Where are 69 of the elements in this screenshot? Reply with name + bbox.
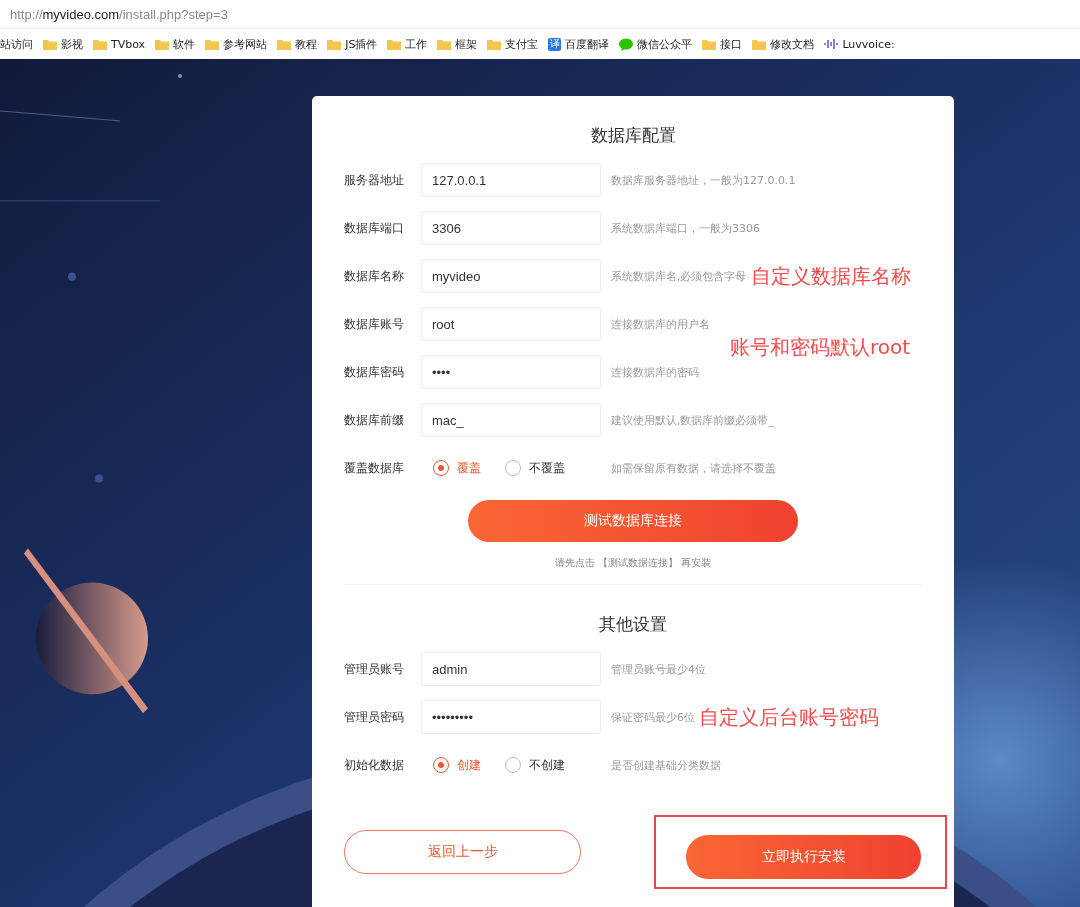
input-field[interactable]: myvideo (421, 259, 601, 293)
field-hint: 如需保留原有数据，请选择不覆盖 (611, 460, 776, 476)
bookmark-item[interactable]: JS插件 (327, 36, 378, 52)
field-label: 管理员账号 (344, 660, 405, 678)
field-label: 数据库端口 (344, 219, 405, 237)
bookmark-item[interactable]: 支付宝 (487, 36, 539, 52)
field-hint: 管理员账号最少4位 (611, 661, 706, 677)
folder-icon (702, 38, 717, 50)
input-field[interactable]: 3306 (421, 211, 601, 245)
input-field[interactable]: admin (421, 652, 601, 686)
field-label: 覆盖数据库 (344, 459, 405, 477)
folder-icon (155, 38, 170, 50)
input-field[interactable]: 127.0.0.1 (421, 163, 601, 197)
back-button[interactable]: 返回上一步 (344, 830, 581, 874)
input-field[interactable]: ••••••••• (421, 700, 601, 734)
bookmark-item[interactable]: 译 百度翻译 (548, 36, 610, 52)
folder-icon (752, 38, 767, 50)
field-hint: 系统数据库名,必须包含字母 (611, 268, 747, 284)
bookmark-item[interactable]: 框架 (437, 36, 478, 52)
folder-icon (487, 38, 502, 50)
bookmark-item[interactable]: 修改文档 (752, 36, 815, 52)
bookmark-item[interactable]: Luvvoice: (824, 37, 895, 51)
input-field[interactable]: root (421, 307, 601, 341)
folder-icon (93, 38, 107, 50)
radio-option[interactable]: 不覆盖 (505, 459, 565, 477)
annotation-text: 自定义后台账号密码 (699, 703, 879, 731)
field-hint: 连接数据库的用户名 (611, 316, 710, 332)
field-hint: 是否创建基础分类数据 (611, 757, 721, 773)
section-title: 数据库配置 (589, 124, 677, 147)
annotation-text: 自定义数据库名称 (750, 262, 911, 290)
field-hint: 系统数据库端口，一般为3306 (611, 220, 760, 236)
field-label: 数据库账号 (344, 315, 405, 333)
bookmark-item[interactable]: TVbox (93, 37, 146, 51)
field-label: 管理员密码 (344, 708, 405, 726)
field-hint: 建议使用默认,数据库前缀必须带_ (611, 412, 774, 428)
field-hint: 连接数据库的密码 (611, 364, 699, 380)
folder-icon (277, 38, 292, 50)
folder-icon (43, 38, 57, 50)
radio-option[interactable]: 覆盖 (433, 459, 481, 477)
folder-icon (437, 38, 452, 50)
field-label: 数据库前缀 (344, 411, 405, 429)
bookmark-item[interactable]: 参考网站 (205, 36, 268, 52)
section-title: 其他设置 (598, 613, 668, 636)
field-label: 服务器地址 (344, 171, 405, 189)
note-text: 请先点击 【测试数据连接】 再安装 (554, 556, 712, 570)
annotation-text: 账号和密码默认root (730, 334, 911, 361)
input-field[interactable]: •••• (421, 355, 601, 389)
bookmark-item[interactable]: 教程 (277, 36, 318, 52)
field-hint: 数据库服务器地址，一般为127.0.0.1 (611, 172, 796, 188)
bookmark-item[interactable]: 软件 (155, 36, 196, 52)
waveform-icon (824, 38, 839, 50)
folder-icon (327, 38, 342, 50)
field-label: 数据库名称 (344, 267, 405, 285)
input-field[interactable]: mac_ (421, 403, 601, 437)
bookmark-item[interactable]: 工作 (387, 36, 428, 52)
field-label: 初始化数据 (344, 756, 405, 774)
bookmark-item[interactable]: 影视 (43, 36, 83, 52)
translate-icon: 译 (548, 37, 562, 51)
field-label: 数据库密码 (344, 363, 405, 381)
url-text: http://myvideo.com/install.php?step=3 (10, 6, 228, 22)
folder-icon (205, 38, 220, 50)
field-hint: 保证密码最少6位 (611, 709, 695, 725)
bookmark-item[interactable]: 站访问 (0, 36, 33, 52)
folder-icon (387, 38, 402, 50)
bookmark-item[interactable]: 微信公众平 (619, 36, 693, 52)
chat-icon (619, 37, 634, 51)
radio-option[interactable]: 创建 (433, 756, 481, 774)
bookmark-item[interactable]: 接口 (702, 36, 743, 52)
radio-option[interactable]: 不创建 (505, 756, 565, 774)
